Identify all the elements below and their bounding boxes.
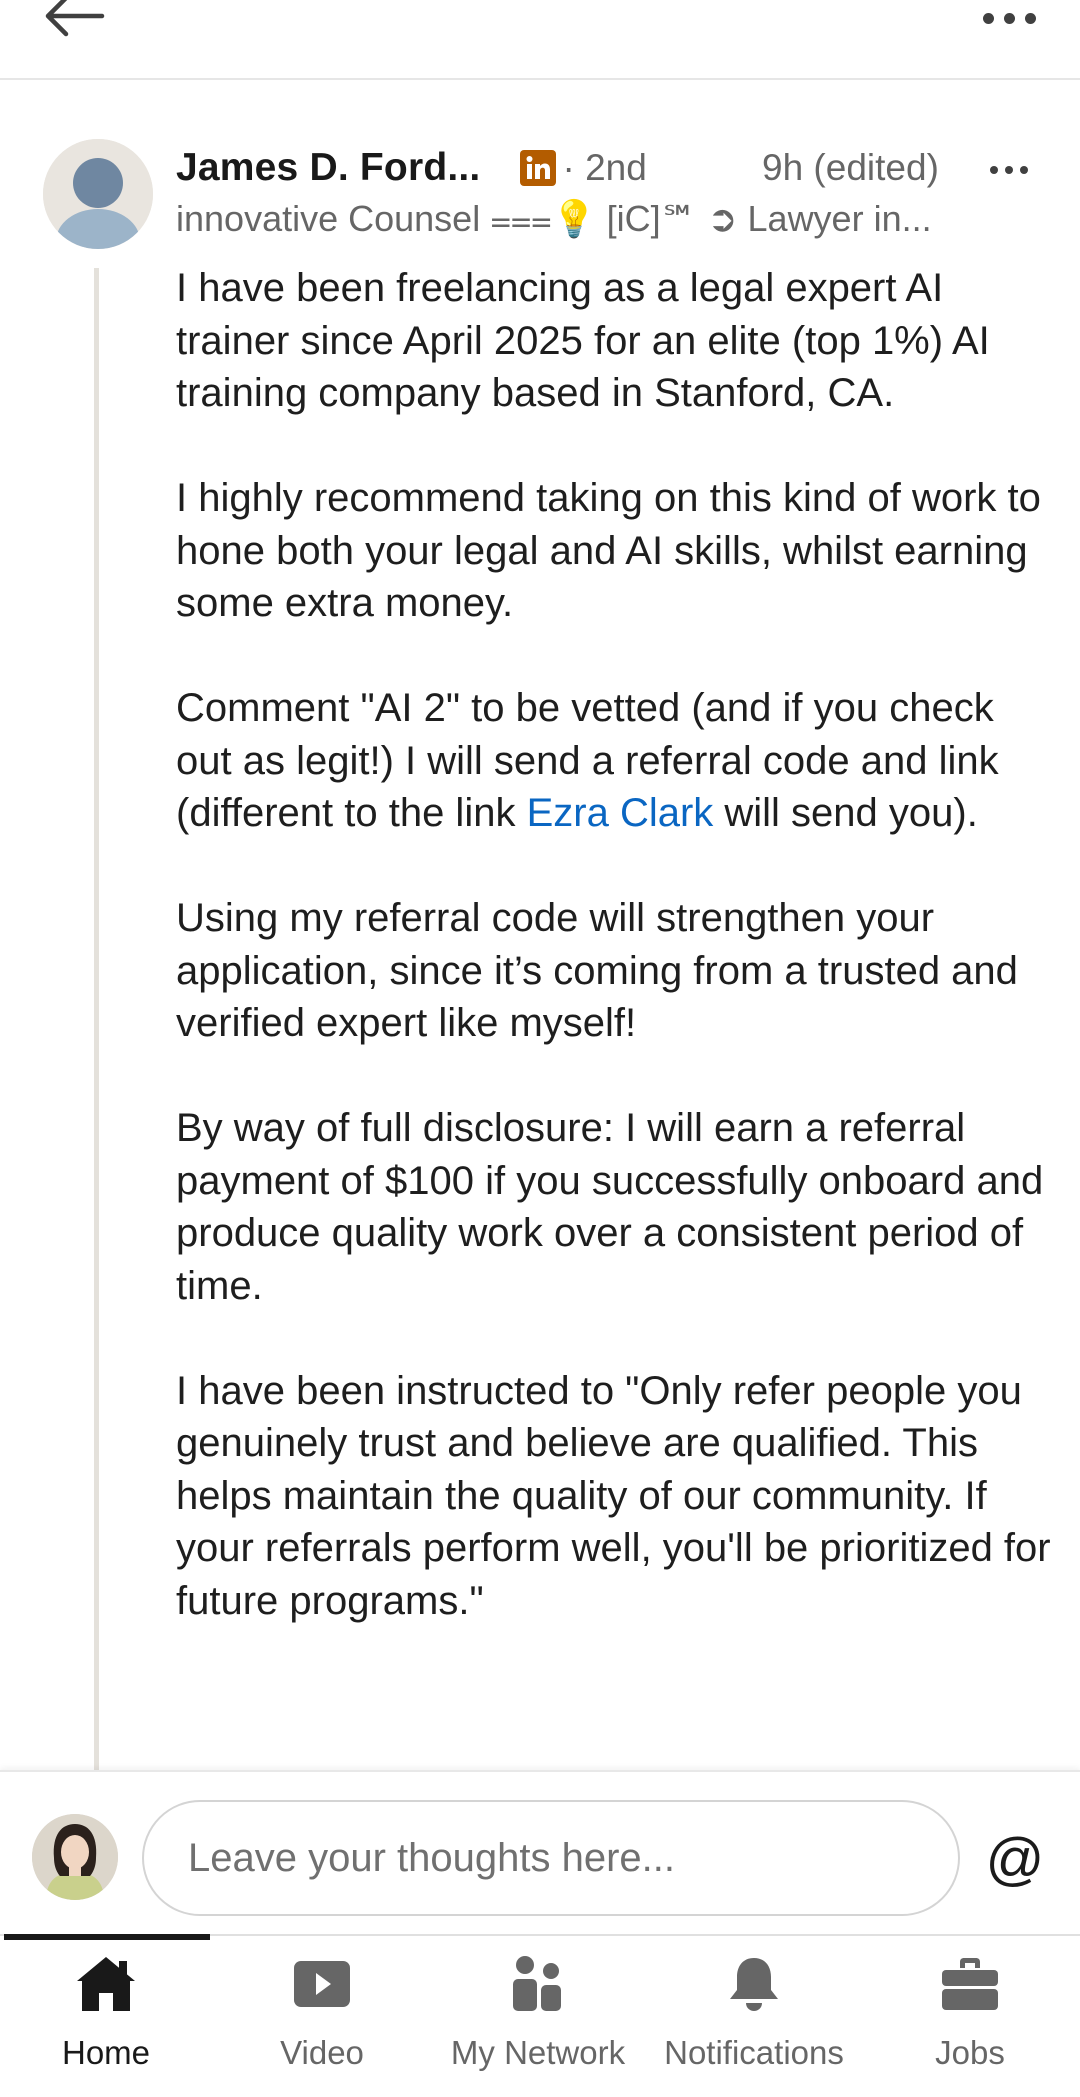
comment-timestamp: 9h (edited)	[762, 147, 939, 188]
back-button[interactable]	[40, 0, 110, 40]
people-icon	[506, 1952, 570, 2016]
comment-header: James D. Ford... · 2nd 9h (edited)	[176, 140, 1056, 196]
home-icon	[74, 1952, 138, 2016]
nav-notifications[interactable]: Notifications	[648, 1936, 860, 2097]
more-horizontal-icon	[983, 12, 994, 24]
bottom-nav: Home Video My Network Notifications Jobs	[0, 1934, 1080, 2097]
linkedin-icon	[520, 150, 557, 186]
comment-paragraph: I highly recommend taking on this kind o…	[176, 476, 1041, 625]
default-person-icon	[43, 139, 153, 249]
mention-link[interactable]: Ezra Clark	[527, 791, 714, 835]
thread-line	[94, 268, 99, 1770]
bell-icon	[722, 1952, 786, 2016]
nav-label-notifications: Notifications	[664, 2034, 844, 2071]
author-avatar[interactable]	[43, 139, 153, 249]
comment-input[interactable]	[142, 1800, 960, 1916]
comment-paragraph: Comment "AI 2" to be vetted (and if you …	[176, 682, 1056, 840]
comment-paragraph: By way of full disclosure: I will earn a…	[176, 1106, 1044, 1308]
nav-label-jobs: Jobs	[935, 2034, 1005, 2071]
comment-composer: @	[0, 1770, 1080, 1934]
comment-paragraph: I have been freelancing as a legal exper…	[176, 266, 990, 415]
nav-home[interactable]: Home	[0, 1936, 212, 2097]
user-photo	[32, 1814, 118, 1900]
author-name[interactable]: James D. Ford...	[176, 146, 480, 190]
comment-body: I have been freelancing as a legal exper…	[176, 262, 1056, 1772]
nav-label-video: Video	[280, 2034, 364, 2071]
comment-paragraph: Using my referral code will strengthen y…	[176, 896, 1018, 1045]
nav-video[interactable]: Video	[216, 1936, 428, 2097]
video-play-icon	[290, 1952, 354, 2016]
connection-degree: · 2nd	[562, 147, 647, 188]
comment-more-button[interactable]	[990, 166, 1028, 174]
paragraph-text: will send you).	[713, 791, 978, 835]
nav-my-network[interactable]: My Network	[432, 1936, 644, 2097]
briefcase-icon	[938, 1952, 1002, 2016]
comment-paragraph: I have been instructed to "Only refer pe…	[176, 1368, 1051, 1623]
more-horizontal-icon	[990, 166, 998, 174]
nav-label-home: Home	[61, 2034, 151, 2071]
arrow-left-icon	[45, 0, 105, 37]
top-bar	[0, 0, 1080, 80]
author-headline: innovative Counsel ⩶💡 [iC]℠ ➲ Lawyer in.…	[176, 198, 932, 239]
user-avatar[interactable]	[32, 1814, 118, 1900]
more-options-button[interactable]	[966, 6, 1036, 30]
nav-jobs[interactable]: Jobs	[864, 1936, 1076, 2097]
mention-at-button[interactable]: @	[980, 1824, 1050, 1894]
nav-label-network: My Network	[450, 2034, 626, 2071]
